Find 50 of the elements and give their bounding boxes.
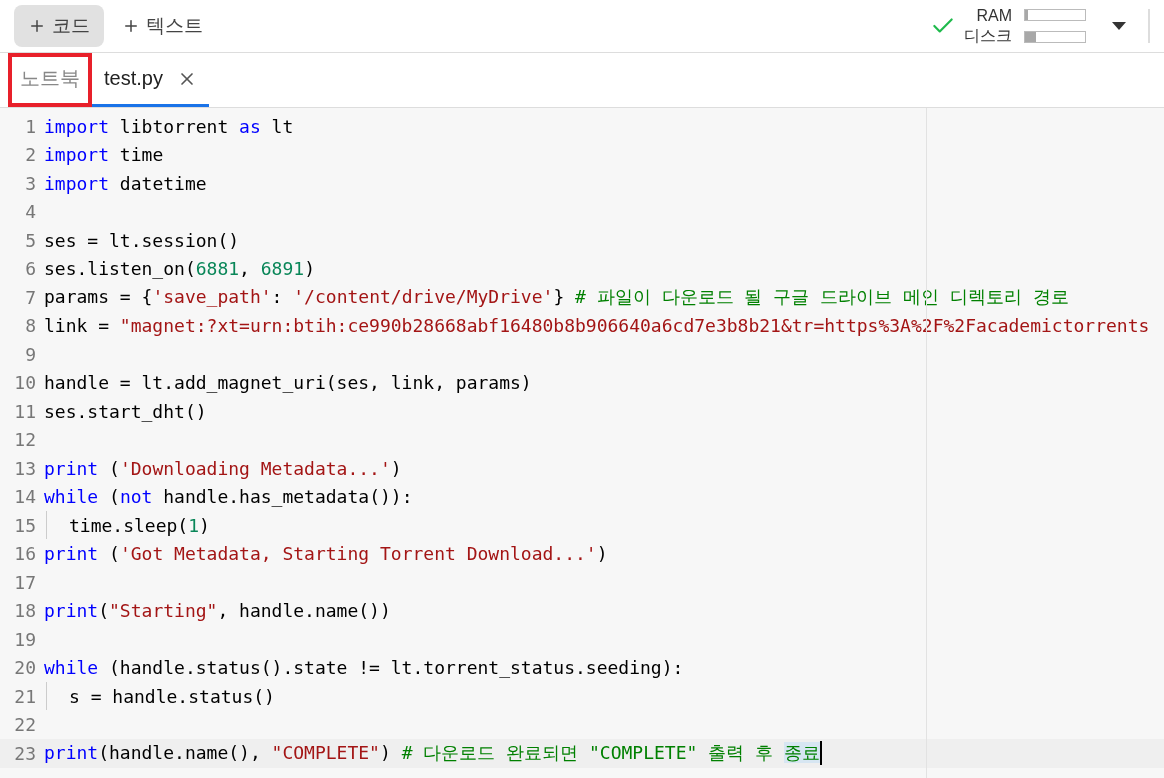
line-number: 23 <box>13 742 37 764</box>
line-number: 10 <box>13 372 37 394</box>
add-cell-button[interactable]: 코드 <box>14 5 104 47</box>
code-line: while (handle.status().state != lt.torrent_status.seeding): <box>44 657 684 679</box>
add-cell-button[interactable]: 텍스트 <box>108 5 217 47</box>
plus-icon <box>122 17 140 35</box>
line-number: 3 <box>24 172 37 194</box>
line-number: 17 <box>13 571 37 593</box>
code-line: while (not handle.has_metadata()): <box>44 486 413 508</box>
code-editor[interactable] <box>0 108 1164 778</box>
meter-label: 디스크 <box>964 26 1012 46</box>
line-number: 8 <box>24 315 37 337</box>
code-line: import time <box>44 144 164 166</box>
line-number: 16 <box>13 543 37 565</box>
line-number: 18 <box>13 600 37 622</box>
code-line: handle = lt.add_magnet_uri(ses, link, params) <box>44 372 532 394</box>
line-number: 11 <box>13 400 37 422</box>
plus-icon <box>28 17 46 35</box>
line-number: 20 <box>13 657 37 679</box>
line-number: 19 <box>13 628 37 650</box>
caret-icon[interactable] <box>1112 22 1126 30</box>
code-line: import datetime <box>44 172 207 194</box>
code-line: time.sleep(1) <box>69 514 210 536</box>
line-number: 2 <box>24 144 37 166</box>
code-line: import libtorrent as lt <box>44 115 294 137</box>
code-line: print(handle.name(), "COMPLETE") # 다운로드 완료되면 "COMPLETE" 출력 후 종료 <box>44 741 820 766</box>
meter-label: RAM <box>976 6 1012 26</box>
code-line: link = "magnet:?xt=urn:btih:ce990b28668abf16480b8b906640a6cd7e3b8b21&tr=https%3A%2F%2Facademictorrents <box>44 315 1150 337</box>
code-line: ses.start_dht() <box>44 400 207 422</box>
line-number: 6 <box>24 258 37 280</box>
line-number: 21 <box>13 685 37 707</box>
code-line: params = {'save_path': '/content/drive/MyDrive'} # 파일이 다운로드 될 구글 드라이브 메인 디렉토리 경로 <box>44 285 1069 310</box>
line-number: 4 <box>24 201 37 223</box>
line-number: 22 <box>13 714 37 736</box>
code-line: ses = lt.session() <box>44 229 240 251</box>
line-number: 9 <box>24 343 37 365</box>
line-number: 15 <box>13 514 37 536</box>
line-number: 1 <box>24 115 37 137</box>
code-line: print ('Got Metadata, Starting Torrent Download...') <box>44 543 608 565</box>
code-line: ses.listen_on(6881, 6891) <box>44 258 315 280</box>
line-number: 14 <box>13 486 37 508</box>
code-line: print("Starting", handle.name()) <box>44 600 391 622</box>
text-cursor <box>819 741 822 766</box>
line-number: 7 <box>24 286 37 308</box>
code-line: print ('Downloading Metadata...') <box>44 457 402 479</box>
file-tab[interactable]: 노트북 <box>8 53 92 107</box>
code-line: s = handle.status() <box>69 685 275 707</box>
line-number: 5 <box>24 229 37 251</box>
line-number: 13 <box>13 457 37 479</box>
line-number: 12 <box>13 429 37 451</box>
